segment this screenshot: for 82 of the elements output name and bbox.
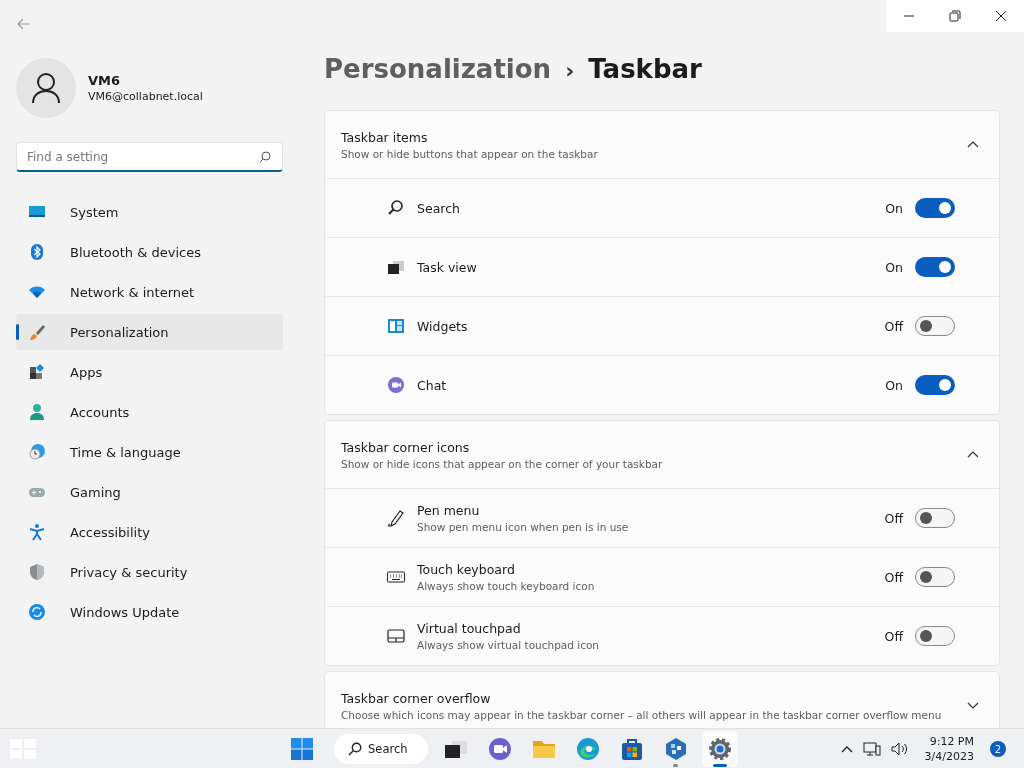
toggle-switch[interactable]	[915, 198, 955, 218]
touchpad-icon	[387, 627, 405, 645]
network-icon[interactable]	[862, 741, 881, 757]
section-header[interactable]: Taskbar items Show or hide buttons that appear on the taskbar	[325, 111, 999, 178]
update-icon	[28, 603, 46, 621]
chat-icon	[387, 376, 405, 394]
nav-item[interactable]: Gaming	[16, 474, 283, 510]
page-title: Taskbar	[588, 54, 702, 84]
toggle-state: Off	[884, 628, 903, 644]
nav-item[interactable]: Windows Update	[16, 594, 283, 630]
section-title: Taskbar corner icons	[341, 439, 471, 455]
setting-description: Always show virtual touchpad icon	[417, 639, 601, 651]
volume-icon[interactable]	[890, 741, 909, 757]
keyboard-icon	[387, 568, 405, 586]
toggle-switch[interactable]	[915, 257, 955, 277]
setting-label: Pen menu	[417, 503, 481, 518]
accounts-icon	[28, 403, 46, 421]
setting-label: Widgets	[417, 318, 469, 334]
nav-item[interactable]: Accounts	[16, 394, 283, 430]
toggle-state: Off	[884, 510, 903, 526]
user-name: VM6	[88, 73, 122, 88]
search-icon	[259, 151, 271, 163]
notification-badge[interactable]: 2	[990, 741, 1006, 757]
settings-icon	[706, 736, 733, 762]
toggle-state: On	[885, 259, 903, 275]
setting-label: Search	[417, 200, 461, 216]
setting-label: Task view	[417, 259, 478, 275]
nav-item[interactable]: Bluetooth & devices	[16, 234, 283, 270]
nav-item[interactable]: Accessibility	[16, 514, 283, 550]
section-description: Show or hide buttons that appear on the taskbar	[341, 147, 598, 160]
edge-icon	[574, 736, 601, 762]
section-header[interactable]: Taskbar corner icons Show or hide icons that appear on the corner of your taskbar	[325, 421, 999, 488]
accessibility-icon	[28, 523, 46, 541]
setting-label: Virtual touchpad	[417, 621, 522, 636]
toggle-state: Off	[884, 318, 903, 334]
toggle-switch[interactable]	[915, 316, 955, 336]
setting-label: Chat	[417, 377, 448, 393]
setting-description: Always show touch keyboard icon	[417, 580, 596, 592]
toggle-state: Off	[884, 569, 903, 585]
apps-icon	[28, 363, 46, 381]
nav-item[interactable]: System	[16, 194, 283, 230]
toggle-switch[interactable]	[915, 626, 955, 646]
start-icon[interactable]	[290, 737, 314, 761]
nav-item[interactable]: Network & internet	[16, 274, 283, 310]
chat-icon	[486, 736, 513, 762]
settings-app-button[interactable]	[701, 731, 738, 767]
search-field[interactable]: Find a setting	[16, 142, 283, 172]
search-icon	[387, 199, 405, 217]
nav-item[interactable]: Apps	[16, 354, 283, 390]
section-title: Taskbar items	[341, 129, 429, 145]
setting-label: Touch keyboard	[417, 562, 516, 577]
bluetooth-icon	[28, 243, 46, 261]
user-email: VM6@collabnet.local	[88, 90, 203, 103]
chevron-down-icon	[967, 702, 979, 709]
toggle-switch[interactable]	[915, 508, 955, 528]
toggle-switch[interactable]	[915, 375, 955, 395]
taskbar-search[interactable]: Search	[334, 734, 428, 764]
breadcrumb-parent[interactable]: Personalization	[324, 54, 552, 84]
chevron-up-icon	[967, 451, 979, 458]
taskview-icon	[387, 258, 405, 276]
section-description: Show or hide icons that appear on the corner of your taskbar	[341, 457, 663, 470]
breadcrumb-separator: ›	[565, 58, 575, 83]
widgets-icon	[387, 317, 405, 335]
privacy-icon	[28, 563, 46, 581]
toggle-state: On	[885, 200, 903, 216]
nav-item[interactable]: Time & language	[16, 434, 283, 470]
toggle-switch[interactable]	[915, 567, 955, 587]
section-title: Taskbar corner overflow	[341, 690, 492, 706]
back-icon[interactable]	[17, 18, 31, 30]
time-icon	[28, 443, 46, 461]
clock[interactable]: 9:12 PM 3/4/2023	[924, 734, 974, 764]
section-description: Choose which icons may appear in the taskbar corner – all others will appear in the taskbar corner overflow menu	[341, 708, 942, 721]
nav-item[interactable]: Privacy & security	[16, 554, 283, 590]
personalization-icon	[28, 323, 46, 341]
chevron-up-icon	[967, 141, 979, 148]
toggle-state: On	[885, 377, 903, 393]
setting-description: Show pen menu icon when pen is in use	[417, 521, 630, 533]
pen-icon	[387, 509, 405, 527]
section-header[interactable]: Taskbar corner overflow Choose which icons may appear in the taskbar corner – all others will appear in the taskbar corner overflow menu	[325, 672, 999, 728]
nav-item[interactable]: Personalization	[16, 314, 283, 350]
search-icon	[348, 742, 362, 756]
chevron-up-icon[interactable]	[840, 745, 853, 753]
